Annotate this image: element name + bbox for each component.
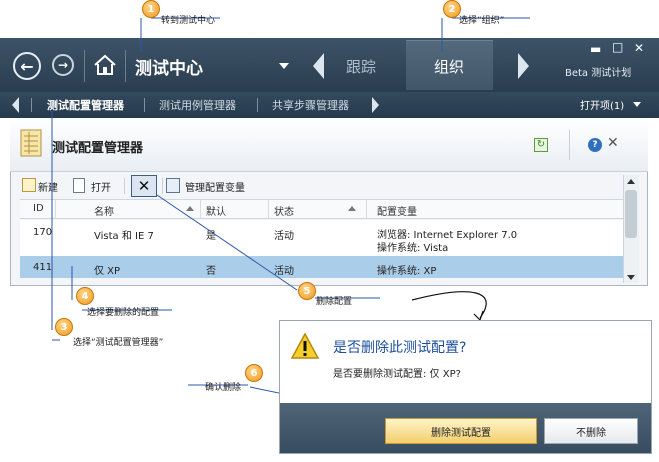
callout-label: 选择“组织”: [459, 16, 505, 26]
callout-marker: 6: [245, 364, 263, 382]
callout-marker: 5: [298, 282, 316, 300]
callout-label: 删除配置: [316, 297, 353, 307]
cancel-button[interactable]: 不删除: [544, 418, 638, 444]
callout-label: 确认删除: [205, 383, 242, 393]
confirm-delete-button[interactable]: 删除测试配置: [385, 418, 537, 444]
callout-marker: 3: [55, 318, 73, 336]
callout-marker: 4: [76, 287, 94, 305]
callout-label: 转到测试中心: [161, 16, 216, 26]
callout-label: 选择要删除的配置: [87, 308, 160, 318]
warning-icon: [290, 332, 320, 360]
callout-label: 选择“测试配置管理器”: [73, 338, 164, 348]
dialog-title: 是否删除此测试配置?: [333, 340, 467, 356]
dialog-message: 是否要删除测试配置: 仅 XP?: [333, 369, 461, 380]
callout-marker: 1: [142, 0, 160, 18]
